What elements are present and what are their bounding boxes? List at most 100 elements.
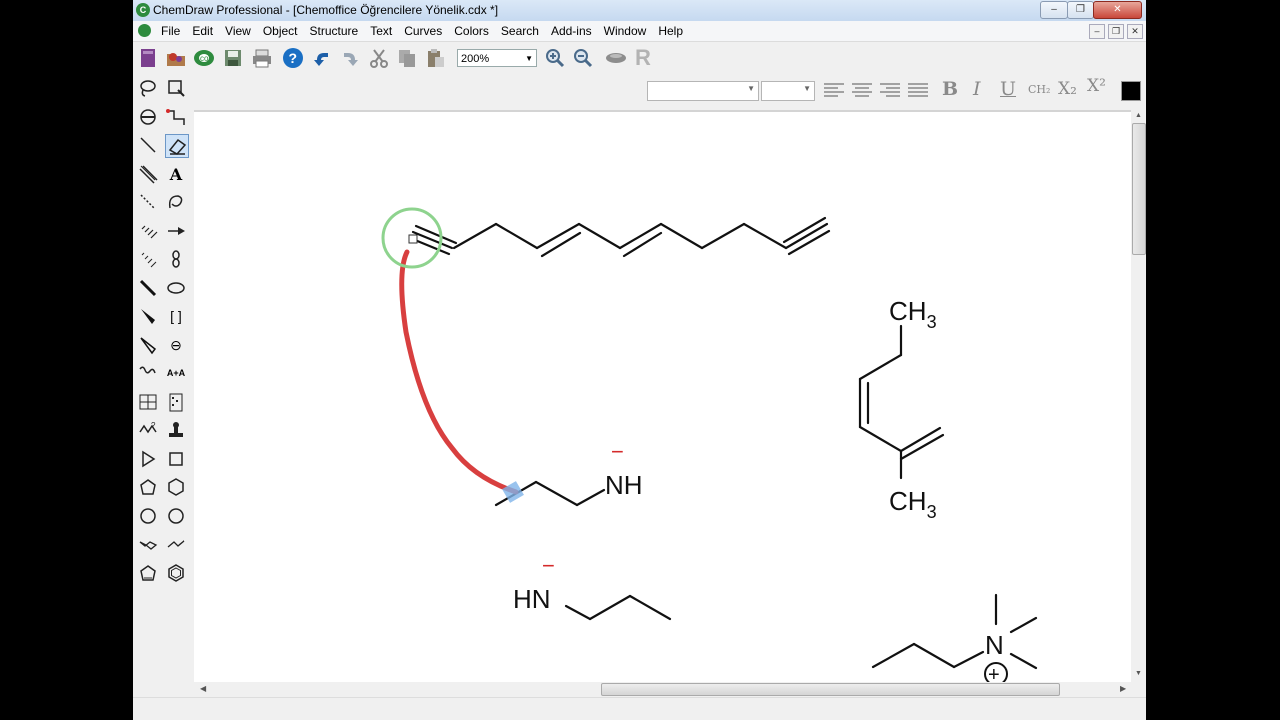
play-tool[interactable]: [137, 448, 159, 470]
horizontal-scroll-thumb[interactable]: [601, 683, 1060, 696]
hashed-bond-tool[interactable]: [137, 220, 159, 242]
maximize-button[interactable]: ❐: [1067, 1, 1094, 19]
wedge-bond-tool[interactable]: [137, 305, 159, 327]
horizontal-scrollbar[interactable]: ◀ ▶: [194, 682, 1131, 697]
align-justify-icon[interactable]: [907, 82, 929, 98]
scroll-up-icon[interactable]: ▲: [1135, 112, 1142, 119]
new-document-button[interactable]: [136, 46, 160, 70]
amide-hn-label[interactable]: HN: [513, 584, 551, 614]
scroll-right-icon[interactable]: ▶: [1120, 684, 1126, 693]
document-icon[interactable]: [138, 24, 151, 37]
chair-cyclohexane-alt-tool[interactable]: [165, 533, 187, 555]
formula-button[interactable]: CH₂: [1028, 83, 1050, 96]
hexadiene-structure[interactable]: [858, 324, 945, 480]
query-tool[interactable]: ?: [137, 419, 159, 441]
menu-help[interactable]: Help: [652, 21, 689, 41]
reaction-atom-map-tool[interactable]: A+A: [165, 362, 187, 384]
single-bond-tool[interactable]: [137, 134, 159, 156]
italic-button[interactable]: I: [973, 78, 981, 100]
chain-tool[interactable]: [165, 106, 187, 128]
close-button[interactable]: ✕: [1093, 1, 1142, 19]
menu-curves[interactable]: Curves: [398, 21, 448, 41]
menu-window[interactable]: Window: [598, 21, 653, 41]
underline-button[interactable]: U: [1000, 78, 1016, 100]
wavy-bond-tool[interactable]: [137, 362, 159, 384]
undo-button[interactable]: [310, 46, 334, 70]
table-tool[interactable]: [137, 391, 159, 413]
ammonium-n-label[interactable]: N: [985, 630, 1004, 660]
menu-object[interactable]: Object: [257, 21, 304, 41]
benzene-tool[interactable]: [165, 562, 187, 584]
open-button[interactable]: [164, 46, 188, 70]
bold-button[interactable]: B: [942, 78, 958, 100]
cyclopentadiene-tool[interactable]: [137, 562, 159, 584]
zoom-out-button[interactable]: [571, 46, 595, 70]
help-button[interactable]: ?: [281, 46, 305, 70]
menu-search[interactable]: Search: [495, 21, 545, 41]
font-family-select[interactable]: ▼: [647, 81, 759, 101]
title-bar[interactable]: C ChemDraw Professional - [Chemoffice Öğ…: [133, 0, 1146, 22]
copy-button[interactable]: [395, 46, 419, 70]
zoom-in-button[interactable]: [543, 46, 567, 70]
drawing-elements-tool[interactable]: [165, 277, 187, 299]
menu-file[interactable]: File: [155, 21, 186, 41]
menu-text[interactable]: Text: [364, 21, 398, 41]
orbital-tool[interactable]: [165, 248, 187, 270]
paste-button[interactable]: [423, 46, 447, 70]
eraser-tool[interactable]: [165, 134, 189, 158]
drawing-canvas[interactable]: NH − HN − CH3 CH3 N +: [194, 110, 1131, 686]
cyclooctane-tool[interactable]: [165, 505, 187, 527]
hollow-wedge-tool[interactable]: [137, 334, 159, 356]
cycloheptane-tool[interactable]: [137, 505, 159, 527]
text-tool[interactable]: A: [165, 163, 187, 185]
print-button[interactable]: [250, 46, 274, 70]
align-left-icon[interactable]: [823, 82, 845, 98]
cyclopentane-tool[interactable]: [137, 476, 159, 498]
menu-view[interactable]: View: [219, 21, 257, 41]
square-ring-tool[interactable]: [165, 448, 187, 470]
superscript-button[interactable]: X²: [1087, 76, 1106, 96]
methyl-label-top[interactable]: CH3: [889, 296, 937, 332]
bold-bond-tool[interactable]: [137, 277, 159, 299]
propyltrimethylammonium-structure[interactable]: [871, 593, 1038, 670]
zoom-select[interactable]: 200% ▼: [457, 49, 537, 67]
doc-minimize-button[interactable]: –: [1089, 24, 1105, 39]
scroll-left-icon[interactable]: ◀: [200, 684, 206, 693]
dashed-bond-tool[interactable]: [137, 191, 159, 213]
scroll-down-icon[interactable]: ▼: [1135, 670, 1142, 677]
marquee-tool[interactable]: [165, 77, 187, 99]
hashed-wedge-tool[interactable]: [137, 248, 159, 270]
chair-cyclohexane-tool[interactable]: [137, 533, 159, 555]
subscript-button[interactable]: X₂: [1058, 79, 1077, 99]
enediyne-chain-structure[interactable]: [408, 216, 831, 258]
menu-structure[interactable]: Structure: [304, 21, 365, 41]
doc-restore-button[interactable]: ❐: [1108, 24, 1124, 39]
align-right-icon[interactable]: [879, 82, 901, 98]
template-stamp-tool[interactable]: [165, 419, 187, 441]
cyclohexane-tool[interactable]: [165, 476, 187, 498]
amide-nh-label[interactable]: NH: [605, 470, 643, 500]
template-r-button[interactable]: R: [631, 45, 655, 70]
brackets-tool[interactable]: [ ]: [165, 305, 187, 327]
menu-add-ins[interactable]: Add-ins: [545, 21, 598, 41]
menu-edit[interactable]: Edit: [186, 21, 219, 41]
methyl-label-bottom[interactable]: CH3: [889, 486, 937, 522]
vertical-scroll-thumb[interactable]: [1132, 123, 1146, 255]
propylamide-anion-structure-2[interactable]: [564, 594, 672, 621]
cut-button[interactable]: [367, 46, 391, 70]
doc-close-button[interactable]: ✕: [1127, 24, 1143, 39]
align-center-icon[interactable]: [851, 82, 873, 98]
chemoffice-button[interactable]: co: [192, 46, 216, 70]
menu-colors[interactable]: Colors: [448, 21, 495, 41]
redo-button[interactable]: [338, 46, 362, 70]
lasso-tool[interactable]: [137, 77, 159, 99]
multiple-bond-tool[interactable]: [137, 163, 159, 185]
color-swatch[interactable]: [1121, 81, 1141, 101]
minimize-button[interactable]: –: [1040, 1, 1068, 19]
rotate-tool[interactable]: [137, 106, 159, 128]
arrow-tool[interactable]: [165, 220, 187, 242]
chemical-symbols-tool[interactable]: ⊖: [165, 334, 187, 356]
save-button[interactable]: [221, 46, 245, 70]
font-size-select[interactable]: ▼: [761, 81, 815, 101]
tlc-tool[interactable]: [165, 391, 187, 413]
